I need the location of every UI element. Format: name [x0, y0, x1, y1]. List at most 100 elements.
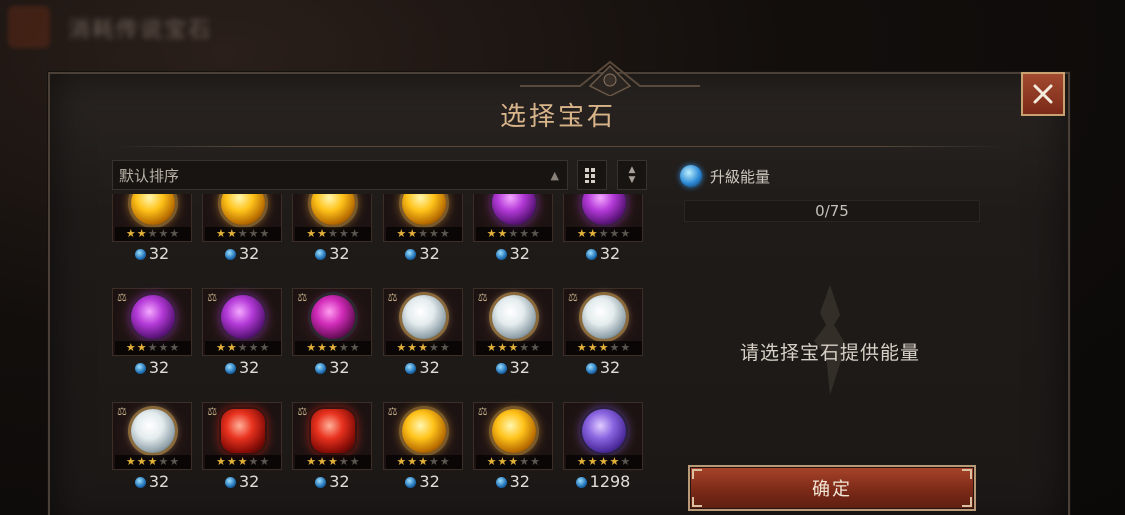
- star-icon: ★: [226, 341, 238, 354]
- star-icon: ★: [598, 227, 610, 240]
- gem-slot[interactable]: ⚖ ★★★★★ 32: [202, 402, 283, 494]
- star-icon: ★: [158, 341, 170, 354]
- star-icon: ★: [136, 455, 148, 468]
- star-icon: ★: [338, 455, 350, 468]
- star-icon: ★: [598, 455, 610, 468]
- dark-amethyst-gem-icon: [311, 295, 356, 339]
- balance-scale-icon: ⚖: [117, 291, 127, 304]
- gem-slot[interactable]: ⚖ ★★★★★ 32: [472, 402, 553, 494]
- balance-scale-icon: ⚖: [387, 405, 398, 418]
- star-icon: ★: [576, 341, 588, 354]
- energy-orb-icon: [405, 477, 417, 488]
- star-icon: ★: [620, 455, 632, 468]
- gem-slot[interactable]: ★★★★★ 32: [472, 194, 553, 266]
- gem-slot[interactable]: ⚖ ★★★★★ 32: [292, 288, 373, 380]
- close-button[interactable]: [1021, 72, 1065, 116]
- star-icon: ★: [259, 341, 271, 354]
- gold-gem-icon: [221, 194, 266, 225]
- balance-scale-icon: ⚖: [117, 405, 127, 418]
- gem-slot[interactable]: ⚖ ★★★★★ 32: [292, 402, 373, 494]
- gem-star-rating: ★★★★★: [475, 227, 552, 241]
- star-icon: ★: [147, 341, 159, 354]
- star-icon: ★: [147, 455, 159, 468]
- gem-energy-value: 32: [202, 244, 282, 263]
- amethyst-gem-icon: [131, 295, 175, 339]
- gem-slot[interactable]: ★★★★★ 32: [202, 194, 283, 266]
- star-icon: ★: [216, 341, 227, 354]
- crest-ornament-icon: [520, 60, 700, 96]
- gem-star-rating: ★★★★★: [566, 341, 642, 355]
- star-icon: ★: [508, 227, 520, 240]
- gem-energy-value: 32: [202, 472, 282, 491]
- gem-energy-value: 32: [563, 244, 643, 263]
- pearl-gem-icon: [401, 295, 446, 339]
- gem-star-rating: ★★★★★: [566, 227, 642, 241]
- corner-ornament: [692, 497, 702, 507]
- gem-value-text: 32: [148, 472, 170, 491]
- gem-slot[interactable]: ★★★★★ 32: [292, 194, 373, 266]
- sort-dropdown[interactable]: 默认排序 ▲: [112, 160, 568, 190]
- gem-value-text: 32: [148, 358, 170, 377]
- amethyst-gem-icon: [221, 295, 266, 339]
- gem-frame: ⚖ ★★★★★: [202, 288, 283, 356]
- energy-orb-icon: [495, 363, 507, 374]
- gem-slot[interactable]: ⚖ ★★★★★ 32: [382, 288, 463, 380]
- star-icon: ★: [317, 341, 328, 354]
- back-button[interactable]: [8, 6, 50, 48]
- star-icon: ★: [609, 341, 621, 354]
- confirm-button[interactable]: 确定: [688, 465, 976, 511]
- energy-orb-icon: [575, 477, 587, 488]
- gem-energy-value: 32: [473, 244, 553, 263]
- gem-value-text: 32: [599, 244, 621, 263]
- gem-star-rating: ★★★★★: [205, 341, 282, 355]
- gem-star-rating: ★★★★★: [205, 227, 282, 241]
- gem-star-rating: ★★★★★: [475, 341, 552, 355]
- star-icon: ★: [576, 455, 588, 468]
- gem-star-rating: ★★★★★: [115, 455, 191, 469]
- star-icon: ★: [519, 341, 531, 354]
- gem-slot[interactable]: ⚖ ★★★★★ 32: [202, 288, 283, 380]
- balance-scale-icon: ⚖: [207, 291, 218, 304]
- gold-gem-icon: [491, 409, 536, 453]
- star-icon: ★: [158, 455, 170, 468]
- gem-star-rating: ★★★★★: [566, 455, 642, 469]
- gem-star-rating: ★★★★★: [295, 341, 372, 355]
- gem-star-rating: ★★★★★: [475, 455, 552, 469]
- gem-slot[interactable]: ★★★★★ 32: [563, 194, 643, 266]
- star-icon: ★: [486, 227, 498, 240]
- gem-slot[interactable]: ⚖ ★★★★★ 32: [112, 288, 192, 380]
- star-icon: ★: [620, 227, 632, 240]
- star-icon: ★: [216, 455, 227, 468]
- star-icon: ★: [349, 455, 361, 468]
- star-icon: ★: [497, 455, 509, 468]
- sort-order-toggle[interactable]: ▲ ▼: [617, 160, 647, 190]
- grid-view-toggle[interactable]: [577, 160, 607, 190]
- gold-gem-icon: [401, 409, 446, 453]
- gem-frame: ⚖ ★★★★★: [472, 402, 553, 470]
- gem-slot[interactable]: ⚖ ★★★★★ 32: [563, 288, 643, 380]
- gem-slot[interactable]: ★★★★★ 32: [382, 194, 463, 266]
- star-icon: ★: [338, 341, 350, 354]
- gem-frame: ★★★★★: [563, 194, 643, 242]
- gem-slot[interactable]: ⚖ ★★★★★ 32: [382, 402, 463, 494]
- pearl-gem-icon: [582, 295, 626, 339]
- gold-gem-icon: [131, 194, 175, 225]
- gem-energy-value: 32: [292, 472, 372, 491]
- star-icon: ★: [349, 227, 361, 240]
- gem-value-text: 32: [509, 244, 530, 263]
- star-icon: ★: [429, 341, 440, 354]
- gem-slot[interactable]: ★★★★★ 1298: [563, 402, 643, 494]
- gem-energy-value: 32: [473, 472, 553, 491]
- star-icon: ★: [497, 227, 509, 240]
- star-icon: ★: [439, 455, 451, 468]
- star-icon: ★: [317, 455, 328, 468]
- star-icon: ★: [519, 455, 531, 468]
- gem-slot[interactable]: ★★★★★ 32: [112, 194, 192, 266]
- gem-slot[interactable]: ⚖ ★★★★★ 32: [112, 402, 192, 494]
- star-icon: ★: [530, 227, 541, 240]
- gem-frame: ★★★★★: [292, 194, 373, 242]
- balance-scale-icon: ⚖: [297, 291, 308, 304]
- gem-energy-value: 32: [112, 358, 192, 377]
- gem-value-text: 32: [239, 244, 260, 263]
- gem-slot[interactable]: ⚖ ★★★★★ 32: [472, 288, 553, 380]
